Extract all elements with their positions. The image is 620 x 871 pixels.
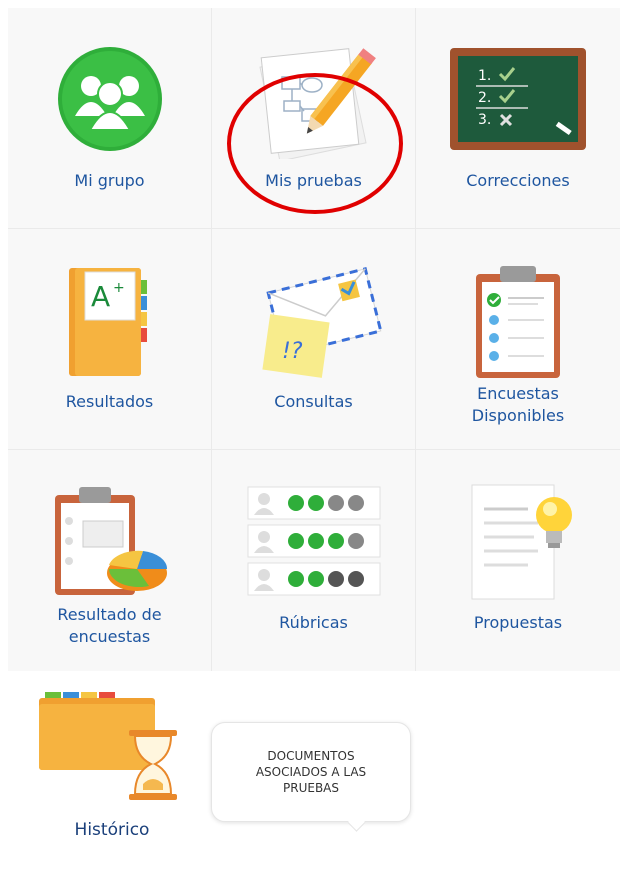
- tile-resultados[interactable]: A + Resultados: [8, 229, 212, 450]
- tile-propuestas[interactable]: Propuestas: [416, 450, 620, 671]
- tile-label: Resultados: [65, 392, 154, 411]
- folder-hourglass-icon: [32, 687, 192, 809]
- clipboard-checklist-icon: [438, 259, 598, 381]
- chalk-line-3: 3.: [478, 112, 491, 128]
- clipboard-pie-chart-icon: [30, 480, 190, 602]
- tile-label: Histórico: [74, 820, 150, 840]
- grade-sup: +: [113, 280, 125, 296]
- tile-label: Mi grupo: [74, 171, 145, 190]
- tile-mis-pruebas[interactable]: Mis pruebas: [212, 8, 416, 229]
- tile-correcciones[interactable]: 1. 2. 3. Correcciones: [416, 8, 620, 229]
- tooltip-text: DOCUMENTOS ASOCIADOS A LAS PRUEBAS: [255, 749, 367, 795]
- tooltip-bubble: DOCUMENTOS ASOCIADOS A LAS PRUEBAS: [211, 722, 411, 822]
- tile-mi-grupo[interactable]: Mi grupo: [8, 8, 212, 229]
- tile-label: Propuestas: [473, 613, 563, 632]
- tile-resultado-encuestas[interactable]: Resultado de encuestas: [8, 450, 212, 671]
- tile-historico[interactable]: Histórico: [8, 671, 216, 871]
- tile-rubricas[interactable]: Rúbricas: [212, 450, 416, 671]
- tile-label: Resultado de encuestas: [57, 605, 162, 646]
- grade-folder-icon: A +: [30, 259, 190, 381]
- document-lightbulb-icon: [438, 480, 598, 602]
- chalk-line-2: 2.: [478, 90, 491, 106]
- chalk-line-1: 1.: [478, 68, 491, 84]
- group-icon: [30, 38, 190, 160]
- tile-label: Encuestas Disponibles: [471, 384, 565, 425]
- envelope-note-icon: !?: [234, 259, 394, 381]
- tile-encuestas-disponibles[interactable]: Encuestas Disponibles: [416, 229, 620, 450]
- tile-label: Mis pruebas: [265, 171, 362, 190]
- tile-label: Correcciones: [466, 171, 570, 190]
- test-sheet-pencil-icon: [234, 38, 394, 160]
- rubric-dots-icon: [234, 480, 394, 602]
- grade-text: A: [91, 280, 110, 313]
- tile-consultas[interactable]: !? Consultas: [212, 229, 416, 450]
- tile-label: Consultas: [274, 392, 353, 411]
- tile-label: Rúbricas: [279, 613, 348, 632]
- note-text: !?: [282, 339, 303, 364]
- chalkboard-icon: 1. 2. 3.: [438, 38, 598, 160]
